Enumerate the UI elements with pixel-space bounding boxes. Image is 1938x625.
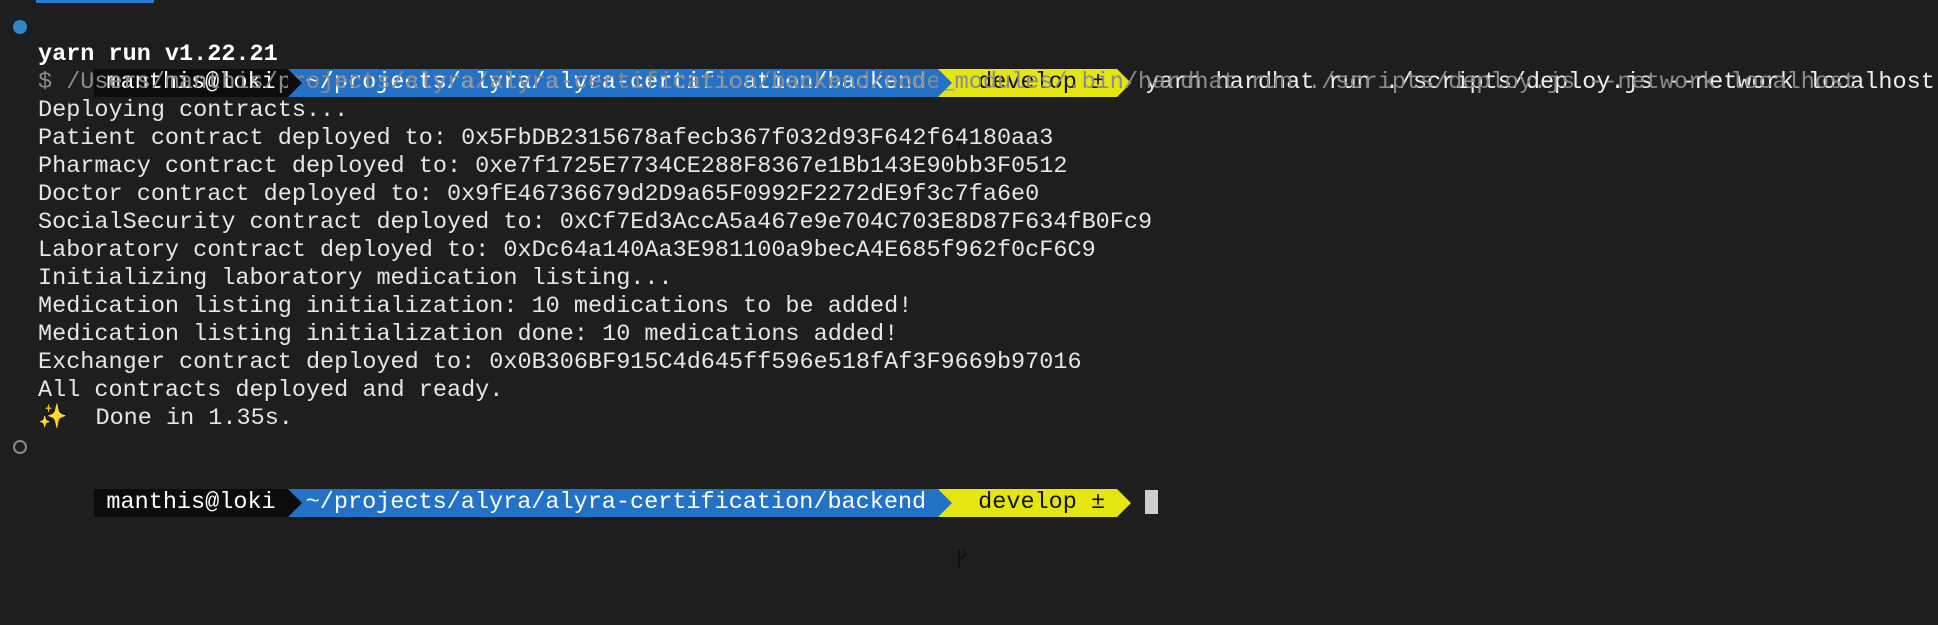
prompt-separator-icon [287,69,302,97]
prompt-git-branch: develop ± [938,489,1118,568]
current-prompt-line: manthis@loki ~/projects/alyra/alyra-cert… [0,433,1938,568]
output-line: Laboratory contract deployed to: 0xDc64a… [38,237,1096,264]
output-line: Initializing laboratory medication listi… [38,265,673,292]
output-line: Medication listing initialization: 10 me… [38,293,913,320]
prompt-path: ~/projects/alyra/alyra-certification/bac… [287,489,939,517]
output-line: yarn run v1.22.21 [38,41,278,68]
output-line: Exchanger contract deployed to: 0x0B306B… [38,349,1082,376]
active-tab-indicator [36,0,154,3]
prompt-branch-label: develop ± [978,489,1106,516]
output-line: SocialSecurity contract deployed to: 0xC… [38,209,1153,236]
done-text: Done in 1.35s. [67,405,293,432]
output-line: Patient contract deployed to: 0x5FbDB231… [38,125,1054,152]
sparkle-icon: ✨ [38,405,68,432]
prompt-separator-icon [938,489,953,517]
git-branch-icon [956,493,968,568]
terminal-cursor[interactable] [1145,489,1159,514]
output-line: All contracts deployed and ready. [38,377,504,404]
prompt-separator-icon [1117,489,1132,517]
command-line: manthis@loki ~/projects/alyra/alyra-cert… [0,13,1938,148]
command-pending-marker[interactable] [13,440,27,454]
output-line: Doctor contract deployed to: 0x9fE467366… [38,181,1040,208]
terminal-output[interactable]: manthis@loki ~/projects/alyra/alyra-cert… [0,13,1938,568]
output-line: Pharmacy contract deployed to: 0xe7f1725… [38,153,1068,180]
output-line: Deploying contracts... [38,97,349,124]
command-success-marker[interactable] [13,20,27,34]
output-line: Medication listing initialization done: … [38,321,899,348]
done-line: ✨ Done in 1.35s. [0,405,1938,433]
prompt-separator-icon [287,489,302,517]
prompt-user-host: manthis@loki [94,489,288,517]
prompt-separator-icon [938,69,953,97]
shell-prompt: manthis@loki ~/projects/alyra/alyra-cert… [94,489,1132,568]
